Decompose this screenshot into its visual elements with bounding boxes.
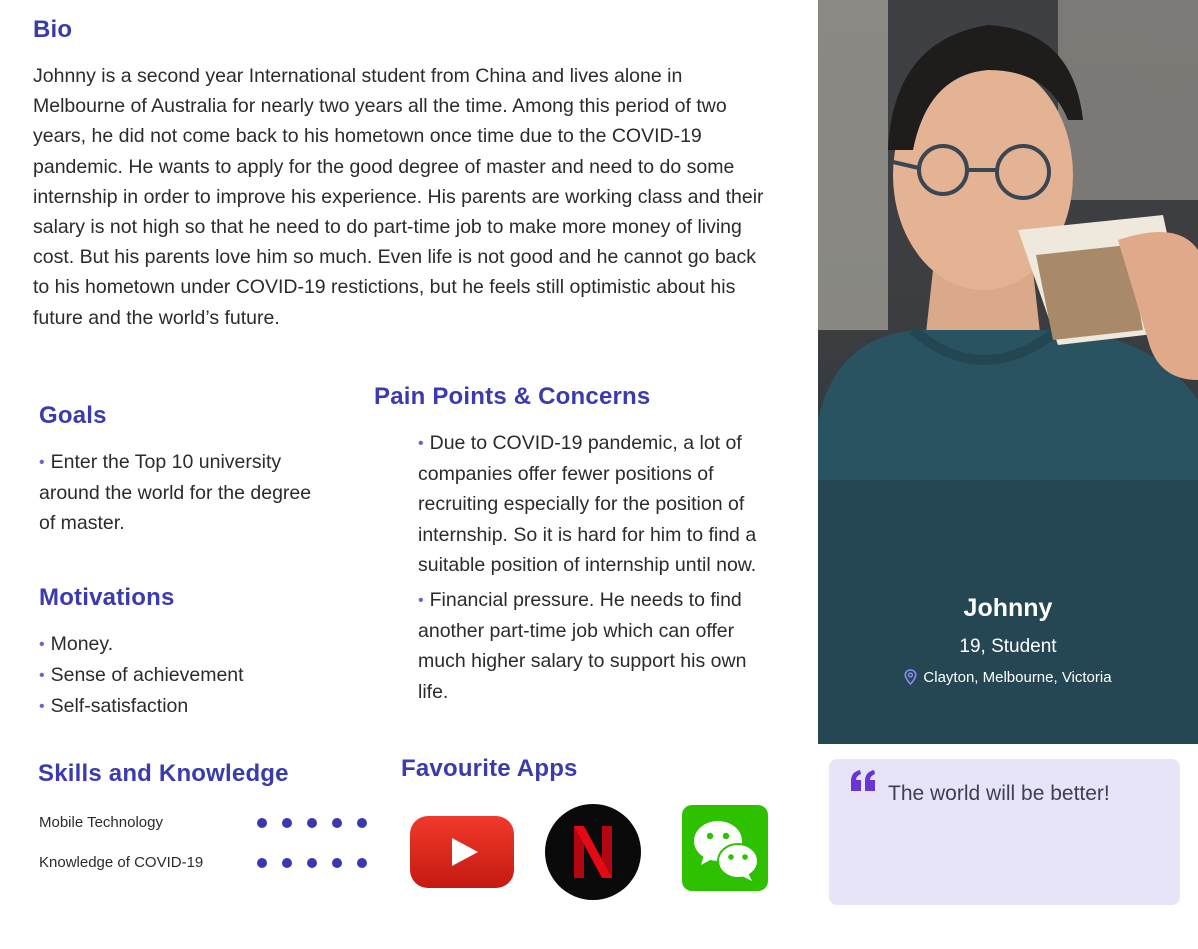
pain-point-item-text: Financial pressure. He needs to find ano… [418, 589, 747, 703]
netflix-icon [545, 804, 641, 905]
bio-text: Johnny is a second year International st… [33, 65, 764, 329]
goal-item: • Enter the Top 10 university around the … [39, 447, 329, 539]
bullet-dot: • [39, 454, 45, 471]
skill-rating-dot [307, 858, 317, 868]
bullet-dot: • [39, 636, 45, 653]
motivations-heading: Motivations [39, 584, 175, 611]
quote-mark-icon [851, 770, 875, 791]
skill-rating [257, 818, 367, 830]
pain-point-item-text: Due to COVID-19 pandemic, a lot of compa… [418, 432, 757, 576]
youtube-icon [410, 816, 514, 893]
pain-points-list: • Due to COVID-19 pandemic, a lot of comp… [418, 428, 770, 712]
skill-rating-dot [282, 818, 292, 828]
motivation-item-text: Self-satisfaction [50, 695, 189, 718]
favourite-apps-heading: Favourite Apps [401, 755, 578, 782]
skill-rating-dot [332, 858, 342, 868]
motivation-item-text: Sense of achievement [50, 664, 244, 687]
motivations-list: • Money. • Sense of achievement • Self-sati… [39, 629, 339, 723]
bullet-dot: • [418, 592, 424, 610]
quote-text: The world will be better! [888, 782, 1110, 805]
quote-card: The world will be better! [829, 759, 1180, 905]
skill-rating-dot [257, 818, 267, 828]
skill-label: Mobile Technology [39, 814, 163, 831]
motivation-item: • Money. [39, 629, 339, 660]
pain-point-item: • Financial pressure. He needs to find an… [418, 585, 770, 707]
profile-location-text: Clayton, Melbourne, Victoria [923, 669, 1112, 686]
skill-rating-dot [357, 818, 367, 828]
bio-heading: Bio [33, 16, 73, 43]
skill-rating-dot [307, 818, 317, 828]
motivation-item: • Sense of achievement [39, 660, 339, 691]
motivation-item: • Self-satisfaction [39, 691, 339, 722]
bullet-dot: • [418, 435, 424, 452]
skill-rating-dot [332, 818, 342, 828]
bullet-dot: • [39, 698, 45, 716]
skill-row-covid-knowledge: Knowledge of COVID-19 [39, 854, 379, 874]
skill-label: Knowledge of COVID-19 [39, 854, 204, 871]
location-pin-icon [904, 669, 917, 686]
pain-points-heading: Pain Points & Concerns [374, 383, 651, 410]
pain-point-item: • Due to COVID-19 pandemic, a lot of comp… [418, 428, 770, 580]
profile-photo: Johnny 19, Student Clayton, Melbourne, V… [818, 0, 1198, 744]
bullet-dot: • [39, 667, 45, 685]
goal-item-text: Enter the Top 10 university around the w… [39, 451, 312, 535]
skill-rating-dot [257, 858, 267, 868]
goals-heading: Goals [39, 402, 107, 429]
skills-heading: Skills and Knowledge [38, 760, 289, 787]
goals-list: • Enter the Top 10 university around the … [39, 447, 329, 539]
skill-rating-dot [282, 858, 292, 868]
profile-name: Johnny [963, 594, 1053, 622]
profile-location: Clayton, Melbourne, Victoria [818, 669, 1198, 686]
skill-rating-dot [357, 858, 367, 868]
profile-photo-illustration [818, 0, 1198, 744]
skill-row-mobile-technology: Mobile Technology [39, 814, 379, 834]
wechat-icon [682, 805, 768, 896]
motivation-item-text: Money. [50, 633, 114, 655]
profile-role: 19, Student [959, 636, 1057, 657]
skill-rating [257, 858, 367, 870]
